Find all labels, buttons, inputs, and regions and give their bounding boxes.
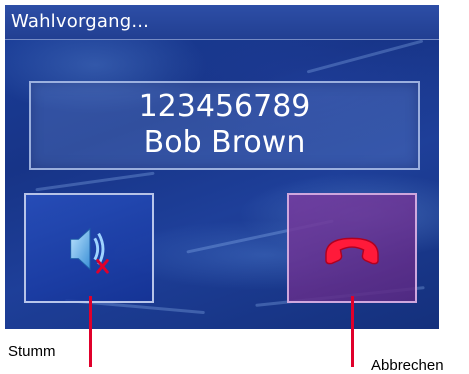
device-screen: Wahlvorgang... 123456789 Bob Brown (5, 5, 439, 329)
cancel-button[interactable] (287, 193, 417, 303)
dialed-number: 123456789 (138, 89, 311, 124)
cancel-callout-line (351, 296, 354, 367)
window-title: Wahlvorgang... (11, 11, 150, 32)
hang-up-icon (325, 237, 379, 265)
mute-caption: Stumm (8, 343, 56, 360)
cancel-caption: Abbrechen (371, 357, 444, 374)
speaker-muted-icon (70, 227, 109, 274)
mute-callout-line (89, 296, 92, 367)
contact-name: Bob Brown (143, 125, 306, 160)
call-info-panel: 123456789 Bob Brown (29, 81, 420, 170)
mute-button[interactable] (24, 193, 154, 303)
title-bar: Wahlvorgang... (5, 5, 439, 40)
